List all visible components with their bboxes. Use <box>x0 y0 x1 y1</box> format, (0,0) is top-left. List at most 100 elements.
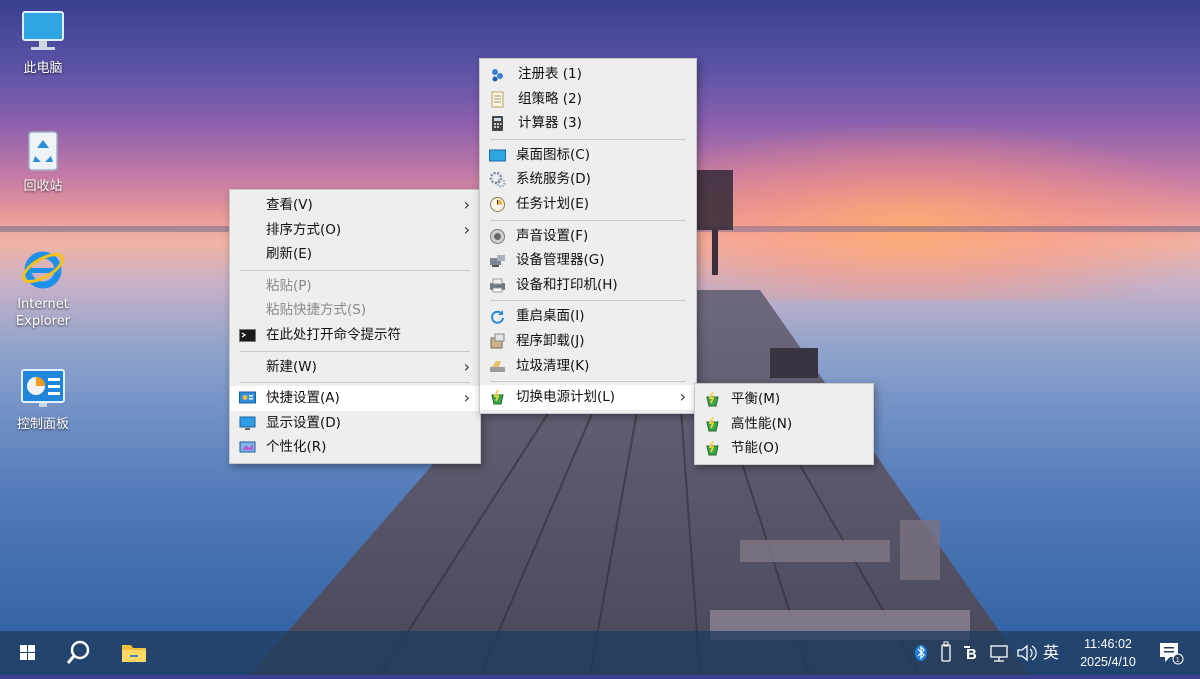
bluetooth-icon <box>915 645 927 661</box>
menu-item-label: 刷新(E) <box>266 246 313 263</box>
quick-settings-submenu: 注册表 (1) 组策略 (2) 计算器 (3) 桌面图标(C) 系统服务(D) … <box>479 58 697 414</box>
menu-item-sound-settings[interactable]: 声音设置(F) <box>480 224 696 249</box>
menu-separator <box>490 219 686 221</box>
menu-item-paste-shortcut[interactable]: 粘贴快捷方式(S) <box>230 298 480 323</box>
services-icon <box>489 171 506 188</box>
menu-item-label: 系统服务(D) <box>516 171 591 188</box>
menu-item-switch-power-plan[interactable]: 切换电源计划(L) › <box>480 385 696 410</box>
menu-item-quick-settings[interactable]: 快捷设置(A) › <box>230 386 480 411</box>
menu-item-uninstall[interactable]: 程序卸载(J) <box>480 329 696 354</box>
menu-item-label: 粘贴快捷方式(S) <box>266 302 367 319</box>
start-button[interactable] <box>2 631 50 675</box>
app-tray[interactable]: B <box>962 631 986 675</box>
menu-item-label: 声音设置(F) <box>516 227 589 244</box>
sound-icon <box>489 228 506 245</box>
menu-item-label: 设备管理器(G) <box>516 252 605 269</box>
menu-item-task-scheduler[interactable]: 任务计划(E) <box>480 192 696 217</box>
volume-icon <box>1017 644 1037 662</box>
desktop-icon-control-panel[interactable]: 控制面板 <box>1 364 85 433</box>
power-plan-icon <box>489 389 506 406</box>
chevron-right-icon: › <box>679 387 686 407</box>
menu-item-label: 查看(V) <box>266 197 313 213</box>
menu-item-paste[interactable]: 粘贴(P) <box>230 274 480 299</box>
menu-item-devices-printers[interactable]: 设备和打印机(H) <box>480 273 696 298</box>
menu-item-label: 任务计划(E) <box>516 195 590 212</box>
restart-icon <box>489 308 506 325</box>
power-plan-icon <box>704 416 721 433</box>
menu-item-calculator[interactable]: 计算器 (3) <box>480 111 696 136</box>
calculator-icon <box>489 115 506 132</box>
cleanup-icon <box>489 358 506 375</box>
printer-icon <box>489 277 506 294</box>
menu-item-new[interactable]: 新建(W) › <box>230 355 480 380</box>
menu-item-label: 节能(O) <box>731 440 780 457</box>
menu-item-cleanup[interactable]: 垃圾清理(K) <box>480 354 696 379</box>
menu-separator <box>240 350 470 352</box>
menu-separator <box>490 138 686 140</box>
menu-separator <box>240 382 470 384</box>
device-manager-icon <box>489 252 506 269</box>
menu-item-high-performance[interactable]: 高性能(N) <box>695 412 873 437</box>
menu-item-balanced[interactable]: 平衡(M) <box>695 387 873 412</box>
desktop-icons-icon <box>489 147 506 164</box>
search-button[interactable] <box>54 631 102 675</box>
clock-time: 11:46:02 <box>1084 637 1132 651</box>
menu-item-device-manager[interactable]: 设备管理器(G) <box>480 248 696 273</box>
menu-item-label: 新建(W) <box>266 358 317 375</box>
menu-item-desktop-icons[interactable]: 桌面图标(C) <box>480 143 696 168</box>
b-app-icon: B <box>964 646 977 663</box>
desktop-icon-label: 此电脑 <box>23 61 63 76</box>
notification-icon: 1 <box>1160 643 1184 665</box>
desktop-icon-label: 控制面板 <box>16 417 69 432</box>
clock[interactable]: 11:46:02 2025/4/10 <box>1068 635 1148 671</box>
desktop-context-menu: 查看(V) › 排序方式(O) › 刷新(E) 粘贴(P) 粘贴快捷方式(S) … <box>229 189 481 464</box>
desktop-icon-label: 回收站 <box>23 179 63 194</box>
menu-item-restart-desktop[interactable]: 重启桌面(I) <box>480 304 696 329</box>
network-icon <box>990 645 1008 662</box>
menu-item-label: 高性能(N) <box>731 415 793 432</box>
desktop-icon-label: Internet Explorer <box>15 297 71 329</box>
power-plan-submenu: 平衡(M) 高性能(N) 节能(O) <box>694 383 874 465</box>
menu-item-services[interactable]: 系统服务(D) <box>480 167 696 192</box>
power-plan-icon <box>704 391 721 408</box>
menu-item-label: 计算器 (3) <box>518 115 582 132</box>
task-scheduler-icon <box>489 196 506 213</box>
menu-item-label: 快捷设置(A) <box>266 390 340 407</box>
chevron-right-icon: › <box>463 219 470 239</box>
svg-text:1: 1 <box>1176 657 1180 664</box>
menu-item-sort[interactable]: 排序方式(O) › <box>230 218 480 243</box>
volume-tray[interactable] <box>1014 631 1038 675</box>
uninstall-icon <box>489 333 506 350</box>
menu-item-refresh[interactable]: 刷新(E) <box>230 242 480 267</box>
menu-item-personalize[interactable]: 个性化(R) <box>230 435 480 460</box>
menu-item-open-cmd[interactable]: 在此处打开命令提示符 <box>230 323 480 348</box>
menu-separator <box>490 381 686 383</box>
menu-item-view[interactable]: 查看(V) › <box>230 193 480 218</box>
menu-item-label: 个性化(R) <box>266 439 327 456</box>
desktop-icon-internet-explorer[interactable]: Internet Explorer <box>1 244 85 330</box>
desktop-icon-recycle-bin[interactable]: 回收站 <box>1 126 85 195</box>
menu-item-label: 重启桌面(I) <box>516 308 585 325</box>
menu-item-power-saver[interactable]: 节能(O) <box>695 436 873 461</box>
chevron-right-icon: › <box>463 195 470 214</box>
windows-start-icon <box>20 645 35 660</box>
file-explorer-button[interactable] <box>110 631 158 675</box>
desktop-icon-this-pc[interactable]: 此电脑 <box>1 8 85 77</box>
recycle-bin-icon <box>19 126 67 174</box>
display-icon <box>239 415 256 432</box>
file-explorer-icon <box>122 645 146 662</box>
menu-item-group-policy[interactable]: 组策略 (2) <box>480 87 696 112</box>
menu-item-label: 在此处打开命令提示符 <box>266 326 401 343</box>
menu-separator <box>490 300 686 302</box>
power-plan-icon <box>704 440 721 457</box>
network-tray[interactable] <box>988 631 1012 675</box>
menu-item-label: 组策略 (2) <box>518 90 582 107</box>
menu-item-display-settings[interactable]: 显示设置(D) <box>230 411 480 436</box>
usb-tray[interactable] <box>936 631 956 675</box>
bluetooth-tray[interactable] <box>910 631 932 675</box>
menu-item-registry[interactable]: 注册表 (1) <box>480 62 696 87</box>
notification-button[interactable]: 1 <box>1150 631 1190 675</box>
menu-item-label: 程序卸载(J) <box>516 332 585 349</box>
menu-item-label: 垃圾清理(K) <box>516 357 590 374</box>
ime-indicator[interactable]: 英 <box>1040 631 1062 675</box>
